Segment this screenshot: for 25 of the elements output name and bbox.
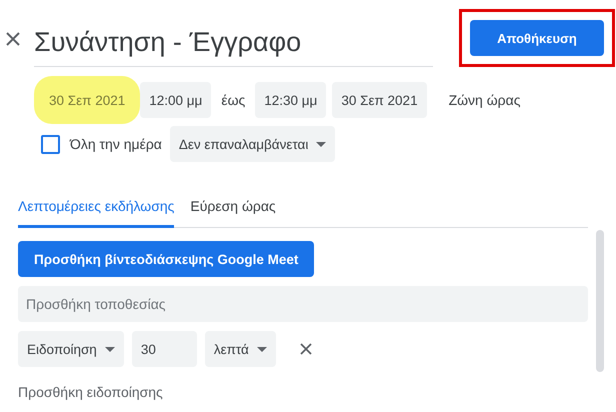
caret-icon [104, 346, 115, 352]
title-field[interactable]: Συνάντηση - Έγγραφο [34, 23, 433, 67]
tab[interactable]: Εύρεση ώρας [190, 190, 276, 228]
end-date-field[interactable]: 30 Σεπ 2021 [332, 82, 427, 118]
all-day-label: Όλη την ημέρα [70, 136, 162, 152]
location-field[interactable]: Προσθήκη τοποθεσίας [18, 286, 588, 322]
amount-field[interactable]: 30 [132, 331, 197, 367]
until-label: έως [221, 92, 246, 108]
close-icon[interactable] [5, 31, 21, 47]
caret-icon [316, 142, 326, 146]
remove-icon[interactable] [300, 343, 312, 355]
all-day-checkbox[interactable] [41, 134, 60, 154]
scrollbar[interactable] [596, 230, 604, 372]
add-notification-link[interactable]: Προσθήκη ειδοποίησης [18, 384, 163, 400]
save-button[interactable]: Αποθήκευση [470, 20, 604, 56]
start-time-field[interactable]: 12:00 μμ [140, 82, 212, 118]
tab[interactable]: Λεπτομέρειες εκδήλωσης [18, 190, 174, 228]
repeat-dropdown[interactable]: Δεν επαναλαμβάνεται [170, 126, 336, 162]
google-meet-button[interactable]: Προσθήκη βίντεοδιάσκεψης Google Meet [18, 241, 314, 277]
timezone-link[interactable]: Ζώνη ώρας [442, 91, 526, 109]
caret-icon [256, 346, 267, 352]
notification-type-dropdown[interactable]: Ειδοποίηση [18, 331, 124, 367]
unit-dropdown[interactable]: λεπτά [204, 331, 276, 367]
start-date-field[interactable]: 30 Σεπ 2021 [40, 82, 134, 118]
end-time-field[interactable]: 12:30 μμ [255, 82, 326, 118]
